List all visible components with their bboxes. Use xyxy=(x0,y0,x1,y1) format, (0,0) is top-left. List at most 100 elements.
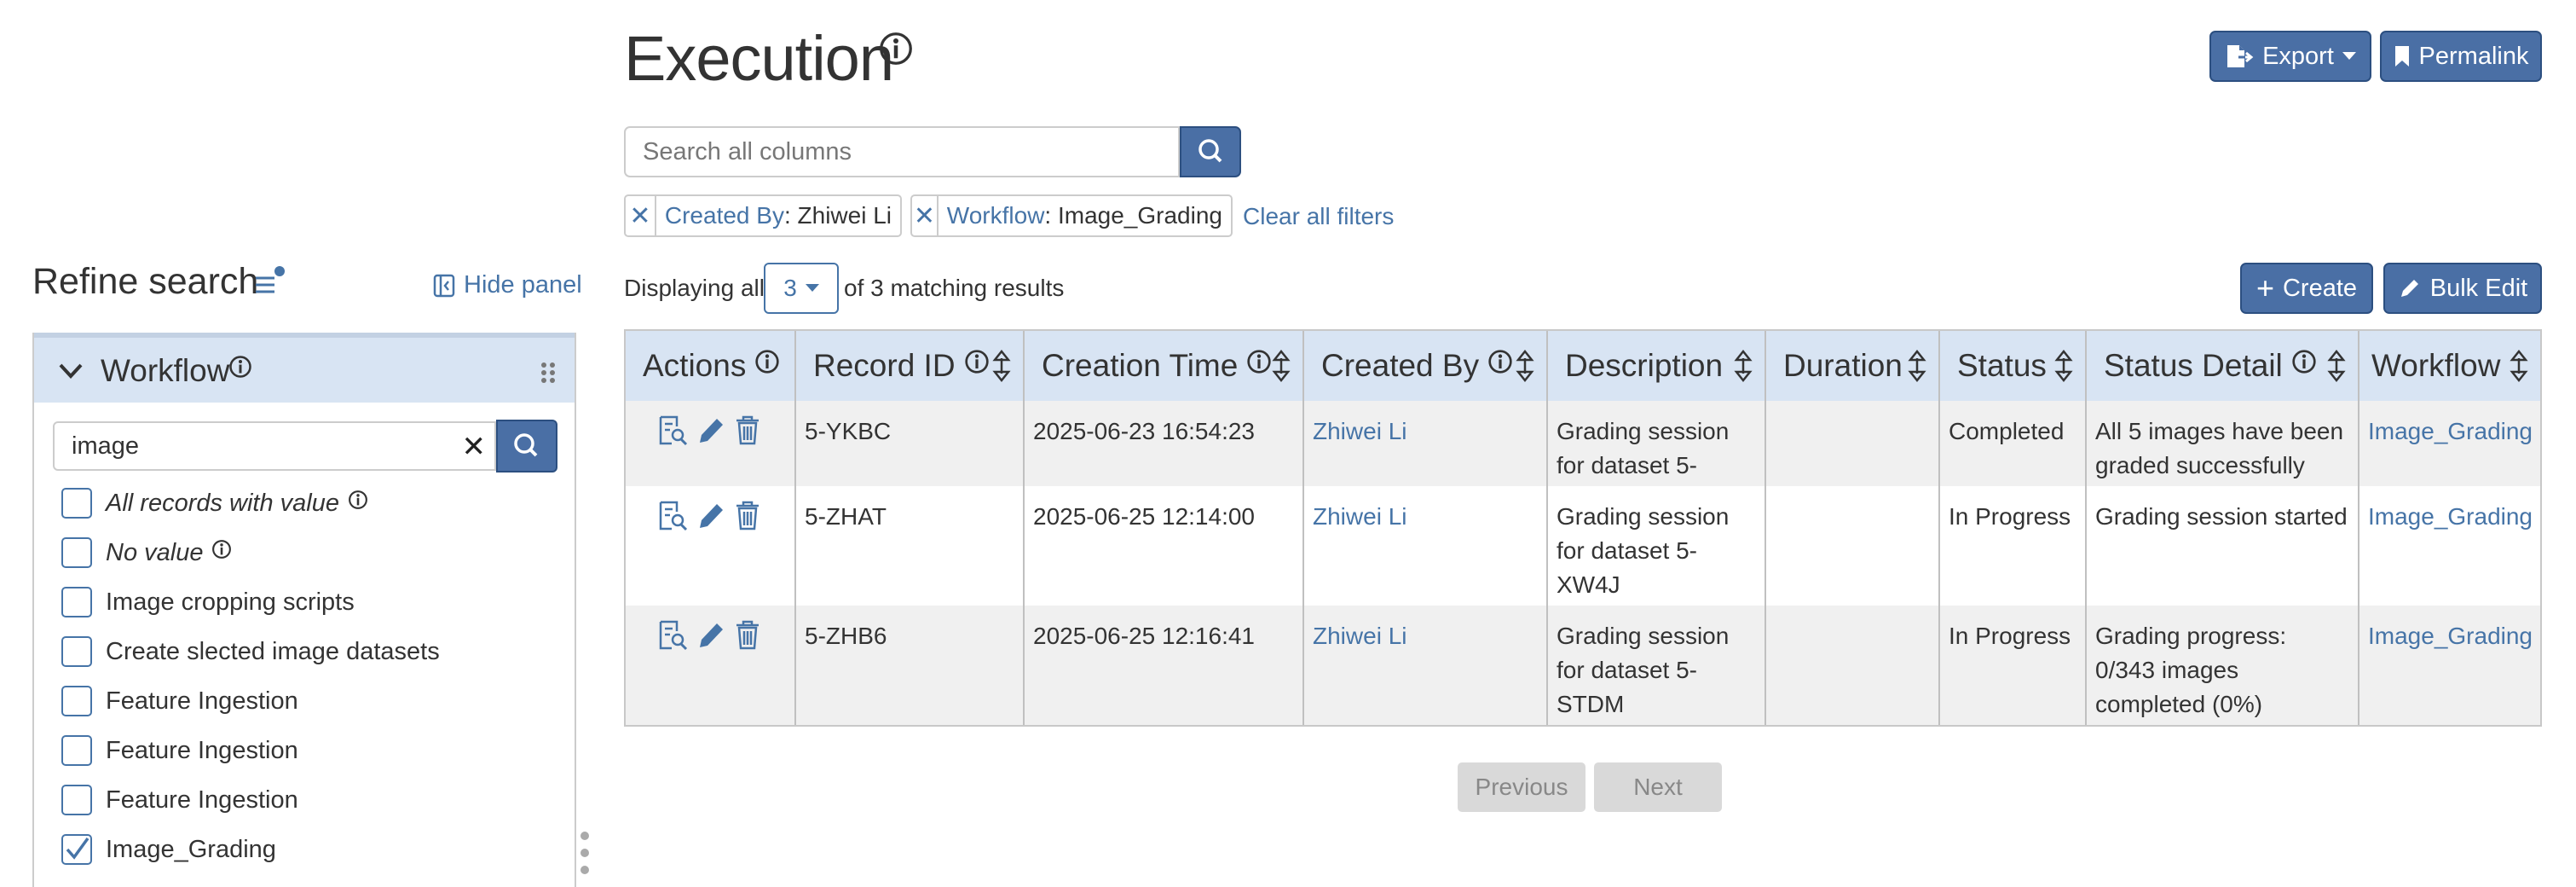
sort-icon[interactable] xyxy=(2327,350,2346,382)
edit-icon[interactable] xyxy=(697,415,726,445)
facet-option-all-records[interactable]: All records with value xyxy=(61,488,368,519)
delete-icon[interactable] xyxy=(735,415,760,445)
column-header-status-detail[interactable]: Status Detail xyxy=(2087,331,2359,401)
info-icon[interactable] xyxy=(754,349,780,374)
workflow-link[interactable]: Image_Grading xyxy=(2359,401,2540,486)
sort-icon[interactable] xyxy=(1908,350,1926,382)
column-header-label: Created By xyxy=(1321,348,1480,383)
facet-checkbox[interactable] xyxy=(61,785,92,815)
column-header-duration[interactable]: Duration xyxy=(1766,331,1940,401)
plus-icon: + xyxy=(2255,270,2274,305)
previous-page-button[interactable]: Previous xyxy=(1458,762,1585,812)
sort-icon[interactable] xyxy=(1516,350,1534,382)
info-icon[interactable] xyxy=(1487,349,1513,374)
actions-cell xyxy=(626,401,796,486)
workflow-link[interactable]: Image_Grading xyxy=(2359,486,2540,606)
panel-resize-handle[interactable] xyxy=(576,831,593,875)
facet-checkbox-checked[interactable] xyxy=(61,834,92,865)
info-icon[interactable] xyxy=(878,31,914,67)
column-header-creation-time[interactable]: Creation Time xyxy=(1025,331,1304,401)
caret-down-icon xyxy=(805,284,819,292)
create-label: Create xyxy=(2282,274,2358,302)
info-icon[interactable] xyxy=(348,490,368,510)
chevron-down-icon[interactable] xyxy=(58,360,84,382)
column-header-description[interactable]: Description xyxy=(1548,331,1766,401)
facet-checkbox[interactable] xyxy=(61,587,92,617)
edit-icon[interactable] xyxy=(697,619,726,650)
facet-search-input[interactable]: image ✕ xyxy=(53,421,496,471)
facet-checkbox[interactable] xyxy=(61,488,92,519)
view-details-icon[interactable] xyxy=(658,415,689,447)
facet-option-image-cropping[interactable]: Image cropping scripts xyxy=(61,587,355,617)
create-button[interactable]: + Create xyxy=(2240,263,2373,314)
facet-checkbox[interactable] xyxy=(61,636,92,667)
info-icon[interactable] xyxy=(1246,349,1272,374)
search-button[interactable] xyxy=(1180,126,1241,177)
export-button[interactable]: Export xyxy=(2209,31,2371,82)
hide-panel-icon xyxy=(433,274,455,297)
sort-icon[interactable] xyxy=(992,350,1011,382)
facet-option-label: Image cropping scripts xyxy=(106,588,355,616)
view-details-icon[interactable] xyxy=(658,619,689,652)
created-by-link[interactable]: Zhiwei Li xyxy=(1304,606,1548,725)
clear-all-filters-link[interactable]: Clear all filters xyxy=(1243,203,1394,230)
delete-icon[interactable] xyxy=(735,619,760,650)
edit-icon[interactable] xyxy=(697,500,726,530)
chip-value: Zhiwei Li xyxy=(797,202,892,229)
facet-option-feature-ingestion[interactable]: Feature Ingestion xyxy=(61,785,298,815)
column-header-record-id[interactable]: Record ID xyxy=(796,331,1025,401)
bulk-edit-button[interactable]: Bulk Edit xyxy=(2383,263,2542,314)
filter-chip-created-by: ✕ Created By: Zhiwei Li xyxy=(624,194,902,237)
record-id-cell: 5-YKBC xyxy=(796,401,1025,486)
view-details-icon[interactable] xyxy=(658,500,689,532)
info-icon[interactable] xyxy=(2291,349,2317,374)
column-header-label: Record ID xyxy=(813,348,956,383)
delete-icon[interactable] xyxy=(735,500,760,530)
permalink-button[interactable]: Permalink xyxy=(2380,31,2542,82)
facet-checkbox[interactable] xyxy=(61,735,92,766)
info-icon[interactable] xyxy=(211,539,232,559)
facet-search-button[interactable] xyxy=(496,420,557,472)
facet-option-feature-ingestion[interactable]: Feature Ingestion xyxy=(61,735,298,766)
close-icon[interactable]: ✕ xyxy=(912,196,939,235)
chip-key: Workflow xyxy=(946,202,1045,229)
actions-cell xyxy=(626,606,796,725)
close-icon[interactable]: ✕ xyxy=(626,196,656,235)
drag-handle-icon[interactable] xyxy=(540,362,556,384)
page-size-dropdown[interactable]: 3 xyxy=(764,263,839,314)
facet-checkbox[interactable] xyxy=(61,537,92,568)
column-header-status[interactable]: Status xyxy=(1940,331,2087,401)
hide-panel-button[interactable]: Hide panel xyxy=(433,271,582,299)
facet-option-label: No value xyxy=(106,538,204,566)
workflow-link[interactable]: Image_Grading xyxy=(2359,606,2540,725)
pencil-icon xyxy=(2400,280,2418,297)
info-icon[interactable] xyxy=(964,349,990,374)
facet-option-image-grading[interactable]: Image_Grading xyxy=(61,834,276,865)
info-icon[interactable] xyxy=(228,355,252,379)
hide-panel-label: Hide panel xyxy=(464,271,582,299)
next-page-button[interactable]: Next xyxy=(1594,762,1722,812)
column-header-created-by[interactable]: Created By xyxy=(1304,331,1548,401)
facet-option-label: Feature Ingestion xyxy=(106,736,298,764)
filter-list-icon[interactable] xyxy=(254,266,285,297)
status-cell: Completed xyxy=(1940,401,2087,486)
refine-search-title: Refine search xyxy=(32,261,259,302)
created-by-link[interactable]: Zhiwei Li xyxy=(1304,486,1548,606)
column-header-label: Status Detail xyxy=(2104,348,2283,383)
sort-icon[interactable] xyxy=(1734,350,1753,382)
facet-option-create-datasets[interactable]: Create slected image datasets xyxy=(61,636,440,667)
creation-time-cell: 2025-06-23 16:54:23 xyxy=(1025,401,1304,486)
facet-option-label: All records with value xyxy=(106,489,339,517)
facet-option-feature-ingestion[interactable]: Feature Ingestion xyxy=(61,686,298,716)
workflow-facet-header[interactable]: Workflow xyxy=(34,333,575,403)
column-header-workflow[interactable]: Workflow xyxy=(2359,331,2540,401)
close-icon[interactable]: ✕ xyxy=(462,430,487,464)
sort-icon[interactable] xyxy=(2054,350,2073,382)
sort-icon[interactable] xyxy=(2510,350,2528,382)
search-input[interactable]: Search all columns xyxy=(624,126,1180,177)
created-by-link[interactable]: Zhiwei Li xyxy=(1304,401,1548,486)
sort-icon[interactable] xyxy=(1272,350,1291,382)
facet-option-no-value[interactable]: No value xyxy=(61,537,232,568)
facet-checkbox[interactable] xyxy=(61,686,92,716)
duration-cell xyxy=(1766,606,1940,725)
